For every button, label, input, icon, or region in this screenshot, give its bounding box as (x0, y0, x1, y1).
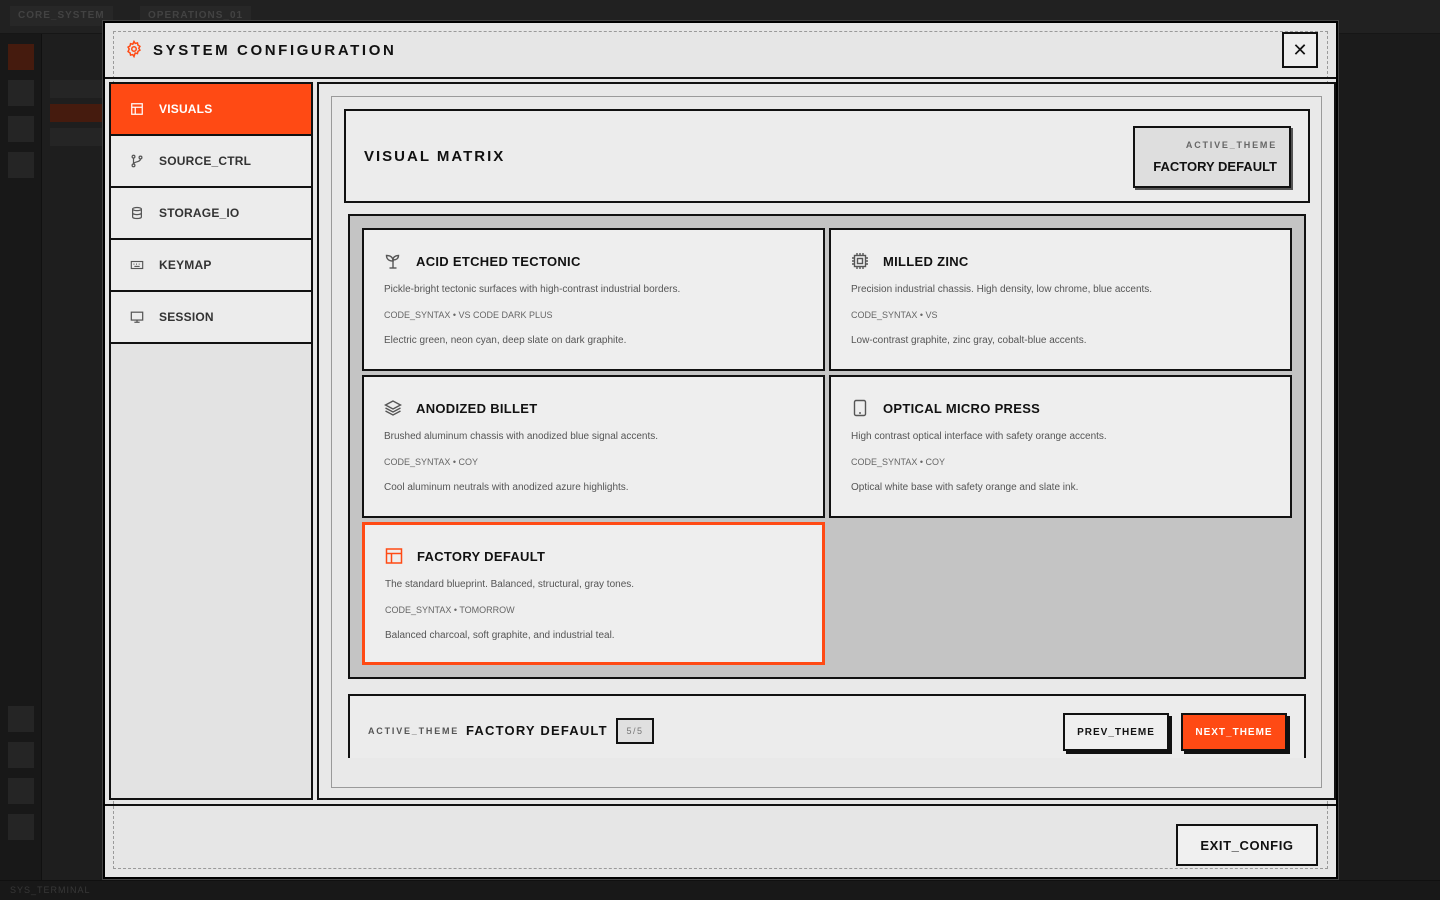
theme-description: High contrast optical interface with saf… (851, 431, 1107, 442)
gear-icon (125, 39, 143, 59)
theme-grid: ACID ETCHED TECTONIC Pickle-bright tecto… (348, 214, 1306, 679)
layout-icon (385, 547, 403, 565)
visual-matrix-header: VISUAL MATRIX ACTIVE_THEME FACTORY DEFAU… (344, 109, 1310, 203)
sidebar-item-label: KEYMAP (159, 258, 212, 272)
sidebar-item-label: SOURCE_CTRL (159, 154, 252, 168)
theme-colors: Low-contrast graphite, zinc gray, cobalt… (851, 335, 1087, 346)
theme-title: ACID ETCHED TECTONIC (416, 254, 581, 269)
theme-title: ANODIZED BILLET (416, 401, 538, 416)
active-theme-label: ACTIVE_THEME (368, 726, 460, 736)
sidebar-item-label: STORAGE_IO (159, 206, 240, 220)
system-configuration-modal: SYSTEM CONFIGURATION ✕ VISUALS SOURCE_CT… (103, 21, 1338, 879)
modal-title: SYSTEM CONFIGURATION (153, 42, 397, 59)
close-button[interactable]: ✕ (1282, 32, 1318, 68)
exit-config-button[interactable]: EXIT_CONFIG (1176, 824, 1318, 866)
layers-icon (384, 399, 402, 417)
theme-description: The standard blueprint. Balanced, struct… (385, 579, 635, 590)
sidebar-item-session[interactable]: SESSION (111, 292, 311, 344)
settings-content: VISUAL MATRIX ACTIVE_THEME FACTORY DEFAU… (317, 82, 1336, 800)
prev-theme-button[interactable]: PREV_THEME (1063, 713, 1169, 751)
sidebar-item-keymap[interactable]: KEYMAP (111, 240, 311, 292)
sidebar-item-label: SESSION (159, 310, 214, 324)
theme-syntax: CODE_SYNTAX • COY (384, 457, 479, 467)
active-theme-value: FACTORY DEFAULT (1153, 159, 1277, 174)
theme-colors: Cool aluminum neutrals with anodized azu… (384, 482, 629, 493)
next-theme-button[interactable]: NEXT_THEME (1181, 713, 1287, 751)
monitor-icon (129, 309, 145, 325)
theme-card-factory-default[interactable]: FACTORY DEFAULT The standard blueprint. … (362, 522, 825, 665)
tablet-icon (851, 399, 869, 417)
theme-title: MILLED ZINC (883, 254, 969, 269)
theme-card-milled-zinc[interactable]: MILLED ZINC Precision industrial chassis… (829, 228, 1292, 371)
modal-footer: EXIT_CONFIG (105, 804, 1336, 877)
modal-header: SYSTEM CONFIGURATION ✕ (105, 23, 1336, 79)
theme-card-optical-micro-press[interactable]: OPTICAL MICRO PRESS High contrast optica… (829, 375, 1292, 518)
theme-count-badge: 5/5 (616, 718, 654, 744)
theme-title: FACTORY DEFAULT (417, 549, 546, 564)
layout-icon (129, 101, 145, 117)
theme-colors: Optical white base with safety orange an… (851, 482, 1079, 493)
database-icon (129, 205, 145, 221)
content-scroll-area[interactable]: VISUAL MATRIX ACTIVE_THEME FACTORY DEFAU… (331, 96, 1322, 788)
theme-navigation-bar: ACTIVE_THEME FACTORY DEFAULT 5/5 PREV_TH… (348, 694, 1306, 758)
theme-description: Precision industrial chassis. High densi… (851, 284, 1153, 295)
sidebar-item-label: VISUALS (159, 102, 213, 116)
visual-matrix-title: VISUAL MATRIX (364, 148, 506, 165)
theme-syntax: CODE_SYNTAX • COY (851, 457, 946, 467)
theme-card-acid-etched-tectonic[interactable]: ACID ETCHED TECTONIC Pickle-bright tecto… (362, 228, 825, 371)
theme-colors: Balanced charcoal, soft graphite, and in… (385, 630, 615, 641)
branch-icon (129, 153, 145, 169)
theme-description: Brushed aluminum chassis with anodized b… (384, 431, 659, 442)
theme-title: OPTICAL MICRO PRESS (883, 401, 1041, 416)
cpu-icon (851, 252, 869, 270)
active-theme-badge: ACTIVE_THEME FACTORY DEFAULT (1133, 126, 1291, 188)
sidebar-item-visuals[interactable]: VISUALS (111, 84, 311, 136)
sidebar-item-storage-io[interactable]: STORAGE_IO (111, 188, 311, 240)
settings-sidebar: VISUALS SOURCE_CTRL STORAGE_IO KEYMAP SE… (109, 82, 313, 800)
theme-syntax: CODE_SYNTAX • TOMORROW (385, 605, 515, 615)
theme-card-anodized-billet[interactable]: ANODIZED BILLET Brushed aluminum chassis… (362, 375, 825, 518)
theme-syntax: CODE_SYNTAX • VS CODE DARK PLUS (384, 310, 553, 320)
sidebar-item-source-ctrl[interactable]: SOURCE_CTRL (111, 136, 311, 188)
active-theme-label: ACTIVE_THEME (1185, 140, 1277, 150)
close-icon: ✕ (1292, 39, 1308, 60)
sprout-icon (384, 252, 402, 270)
keyboard-icon (129, 257, 145, 273)
theme-syntax: CODE_SYNTAX • VS (851, 310, 938, 320)
active-theme-value: FACTORY DEFAULT (466, 723, 608, 738)
theme-description: Pickle-bright tectonic surfaces with hig… (384, 284, 681, 295)
theme-colors: Electric green, neon cyan, deep slate on… (384, 335, 627, 346)
